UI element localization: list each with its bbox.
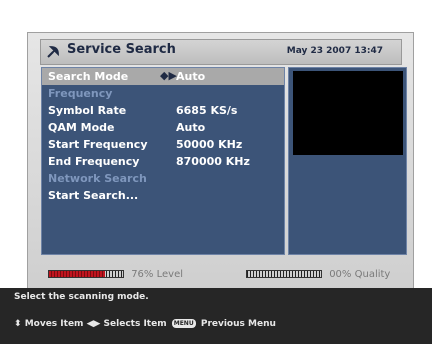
menu-item-label: Frequency [48, 87, 113, 100]
menu-item-frequency: Frequency [42, 85, 284, 102]
menu-item-label: End Frequency [48, 155, 140, 168]
menu-item-start-frequency[interactable]: Start Frequency 50000 KHz [42, 136, 284, 153]
menu-item-symbol-rate[interactable]: Symbol Rate 6685 KS/s [42, 102, 284, 119]
menu-item-value: Auto [176, 70, 206, 83]
page-title: Service Search [67, 42, 176, 57]
menu-item-value: Auto [176, 121, 206, 134]
up-down-arrows-icon: ⬍ [14, 319, 22, 329]
moves-item-label: Moves Item [24, 319, 84, 329]
date-time: May 23 2007 13:47 [286, 46, 383, 56]
level-percent: 76% [131, 269, 154, 280]
left-right-arrows-icon: ◀▶ [86, 319, 101, 329]
menu-item-label: Search Mode [48, 70, 129, 83]
help-bar: Select the scanning mode. ⬍ Moves Item ◀… [0, 288, 432, 344]
menu-item-value: 6685 KS/s [176, 104, 238, 117]
menu-item-qam-mode[interactable]: QAM Mode Auto [42, 119, 284, 136]
quality-meter: 00% Quality [246, 269, 390, 280]
menu-item-value: 50000 KHz [176, 138, 243, 151]
menu-item-end-frequency[interactable]: End Frequency 870000 KHz [42, 153, 284, 170]
menu-item-network-search: Network Search [42, 170, 284, 187]
quality-label: Quality [354, 269, 391, 280]
level-label: Level [156, 269, 184, 280]
menu-item-label: Network Search [48, 172, 147, 185]
quality-bar [246, 270, 322, 278]
level-meter: 76% Level [48, 269, 183, 280]
title-bar: Service Search May 23 2007 13:47 [40, 39, 402, 65]
menu-item-label: Start Frequency [48, 138, 148, 151]
video-preview [293, 71, 403, 155]
service-search-screen: Service Search May 23 2007 13:47 Search … [27, 32, 414, 292]
level-bar [48, 270, 124, 278]
menu-item-value: 870000 KHz [176, 155, 250, 168]
satellite-dish-icon [47, 46, 59, 58]
help-keys: ⬍ Moves Item ◀▶ Selects Item MENU Previo… [14, 319, 276, 329]
selects-item-label: Selects Item [103, 319, 167, 329]
previous-menu-label: Previous Menu [200, 319, 276, 329]
menu-key-icon: MENU [171, 319, 196, 328]
menu-item-label: Start Search... [48, 189, 139, 202]
preview-panel [288, 67, 407, 255]
help-text: Select the scanning mode. [14, 292, 149, 302]
menu-item-label: QAM Mode [48, 121, 115, 134]
menu-item-label: Symbol Rate [48, 104, 127, 117]
menu-item-start-search[interactable]: Start Search... [42, 187, 284, 204]
settings-panel: Search Mode ◆▶ Auto Frequency Symbol Rat… [41, 67, 285, 255]
quality-percent: 00% [329, 269, 352, 280]
level-bar-fill [49, 271, 106, 277]
left-right-arrows-icon: ◆▶ [160, 69, 177, 82]
menu-item-search-mode[interactable]: Search Mode ◆▶ Auto [42, 68, 284, 85]
